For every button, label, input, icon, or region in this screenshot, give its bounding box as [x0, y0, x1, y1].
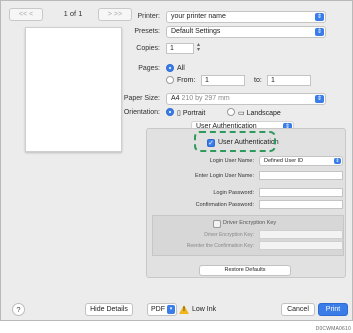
reenter-key-label: Reenter the Confirmation Key: — [186, 243, 254, 249]
restore-defaults-button[interactable]: Restore Defaults — [199, 265, 291, 276]
paper-size-label: Paper Size: — [123, 95, 160, 102]
chevron-updown-icon: ⇕ — [315, 95, 324, 103]
pages-to-label: to: — [254, 77, 262, 84]
figure-code: D0CWMA0610 — [315, 326, 351, 332]
portrait-icon: ▯ — [177, 110, 181, 117]
landscape-radio[interactable] — [227, 108, 235, 116]
paper-size-popup[interactable]: A4 210 by 297 mm ⇕ — [166, 93, 326, 105]
login-name-label: Login User Name: — [209, 158, 254, 164]
pages-from-label: From: — [177, 77, 196, 84]
chevron-updown-icon: ⇕ — [315, 13, 324, 21]
chevron-down-icon: ▾ — [167, 305, 175, 314]
printer-label: Printer: — [137, 13, 160, 20]
paper-size-value: A4 — [171, 95, 180, 102]
pages-label: Pages: — [138, 65, 160, 72]
printer-value: your printer name — [171, 13, 226, 20]
reenter-key-field[interactable] — [259, 241, 343, 250]
presets-value: Default Settings — [171, 28, 221, 35]
printer-popup[interactable]: your printer name ⇕ — [166, 11, 326, 23]
pages-all-label: All — [177, 65, 185, 72]
landscape-icon: ▭ — [238, 110, 245, 117]
paper-size-dims: 210 by 297 mm — [181, 95, 230, 102]
encrypt-checkbox[interactable] — [213, 220, 221, 228]
copies-label: Copies: — [136, 45, 160, 52]
pages-all-radio[interactable] — [166, 64, 174, 72]
presets-popup[interactable]: Default Settings ⇕ — [166, 26, 326, 38]
next-page-button[interactable]: > >> — [98, 8, 132, 21]
enter-login-field[interactable] — [259, 171, 343, 180]
encrypt-key-label: Driver Encryption Key: — [204, 232, 254, 238]
enter-login-label: Enter Login User Name: — [195, 173, 254, 179]
print-button[interactable]: Print — [318, 303, 348, 316]
encrypt-label: Driver Encryption Key — [223, 220, 277, 226]
pdf-menu-button[interactable]: PDF ▾ — [147, 303, 177, 316]
login-name-value: Defined User ID — [264, 158, 304, 164]
landscape-label: ▭ Landscape — [238, 110, 281, 117]
password-label: Login Password: — [213, 190, 254, 196]
password-field[interactable] — [259, 188, 343, 197]
low-ink-label: Low Ink — [192, 306, 217, 313]
copies-field[interactable]: 1 — [166, 43, 194, 54]
chevron-updown-icon: ⇕ — [334, 158, 341, 164]
confirm-password-field[interactable] — [259, 200, 343, 209]
print-dialog: << < 1 of 1 > >> Printer: your printer n… — [0, 0, 353, 321]
encrypt-key-field[interactable] — [259, 230, 343, 239]
login-name-popup[interactable]: Defined User ID ⇕ — [259, 156, 343, 166]
portrait-label: ▯ Portrait — [177, 110, 206, 117]
hide-details-button[interactable]: Hide Details — [85, 303, 133, 316]
pages-from-field[interactable]: 1 — [201, 75, 245, 86]
presets-label: Presets: — [134, 28, 160, 35]
pages-range-radio[interactable] — [166, 76, 174, 84]
confirm-password-label: Confirmation Password: — [195, 202, 254, 208]
help-button[interactable]: ? — [12, 303, 25, 316]
page-count: 1 of 1 — [63, 9, 83, 18]
pages-to-field[interactable]: 1 — [267, 75, 311, 86]
copies-stepper[interactable]: ▴ ▾ — [197, 42, 200, 53]
page-preview — [25, 27, 122, 152]
portrait-radio[interactable] — [166, 108, 174, 116]
previous-page-button[interactable]: << < — [9, 8, 43, 21]
cancel-button[interactable]: Cancel — [281, 303, 315, 316]
warning-icon: ! — [179, 305, 189, 314]
orientation-label: Orientation: — [123, 109, 160, 116]
chevron-updown-icon: ⇕ — [315, 28, 324, 36]
highlight-outline — [194, 131, 276, 152]
